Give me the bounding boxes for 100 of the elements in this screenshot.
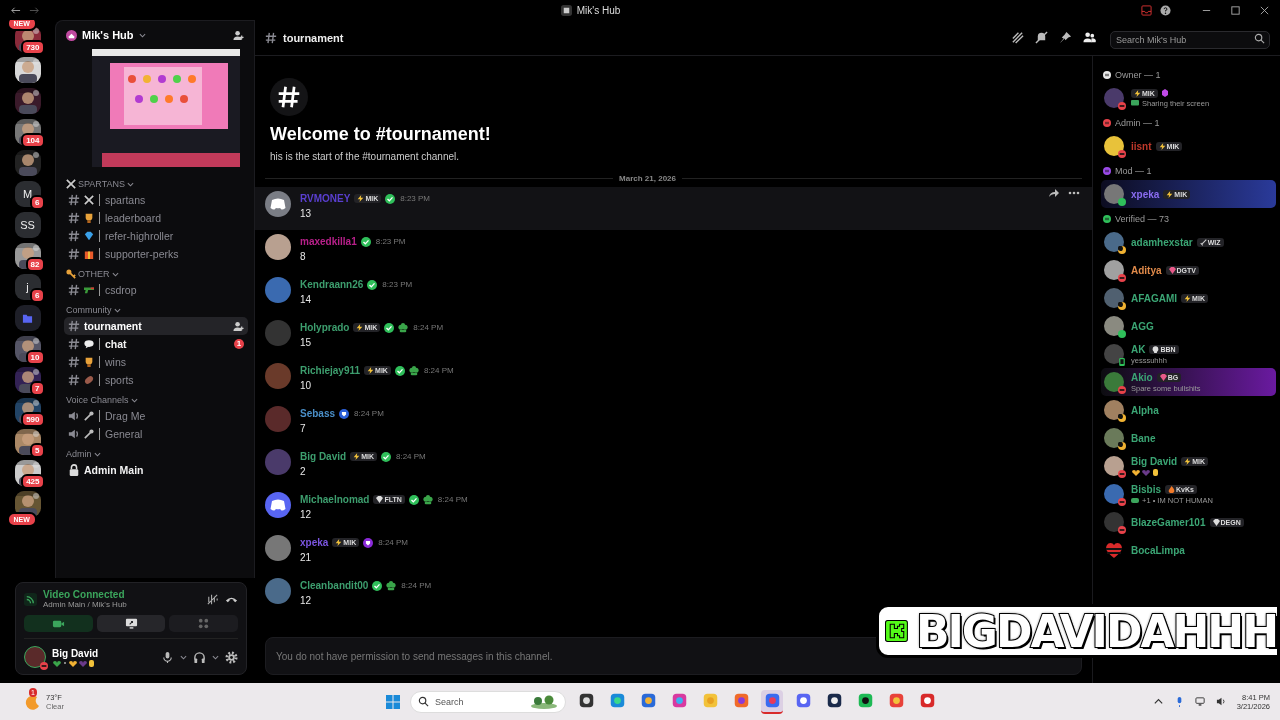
timestamp: 8:24 PM — [378, 538, 408, 547]
role-icon — [1103, 167, 1111, 175]
inbox-icon[interactable] — [1141, 4, 1152, 16]
author-name[interactable]: Richiejay911 — [300, 365, 361, 376]
member-name: iisnt — [1131, 140, 1152, 152]
message-text: 13 — [300, 208, 313, 219]
chevron-icon — [180, 653, 187, 661]
channel-item[interactable]: Drag Me — [64, 407, 248, 425]
settings-icon[interactable] — [225, 650, 238, 664]
avatar — [1104, 512, 1124, 532]
speaker-icon — [68, 428, 80, 440]
avatar — [1104, 372, 1124, 392]
start-button[interactable] — [385, 693, 401, 710]
help-icon[interactable] — [1160, 4, 1171, 16]
avatar — [1104, 344, 1124, 364]
timestamp: 8:24 PM — [437, 495, 468, 504]
threads-icon[interactable] — [1011, 31, 1024, 44]
channel-item[interactable]: refer-highroller — [64, 227, 248, 245]
channel-item[interactable]: sports — [64, 371, 248, 389]
author-name[interactable]: Kendraann26 — [300, 279, 364, 290]
chevron-icon — [93, 450, 101, 458]
message-text: 15 — [300, 337, 313, 348]
author-name[interactable]: Sebass — [300, 408, 336, 419]
unread-badge: 1 — [234, 339, 244, 349]
channel-item[interactable]: csdrop — [64, 281, 248, 299]
gem-icon — [1159, 373, 1167, 381]
avatar — [1104, 428, 1124, 448]
maximize-icon[interactable] — [1230, 4, 1241, 16]
author-name[interactable]: xpeka — [300, 537, 329, 548]
channel-item[interactable]: tournament — [64, 317, 248, 335]
category-header[interactable]: Admin — [56, 443, 254, 461]
verified-icon — [372, 580, 383, 591]
member-name: AGG — [1131, 320, 1154, 332]
avatar — [1104, 484, 1124, 504]
channel-item[interactable]: leaderboard — [64, 209, 248, 227]
overlay-text: BIGDAVIDAHHH — [915, 605, 1277, 657]
gem-icon — [376, 496, 384, 503]
author-name[interactable]: Big David — [300, 451, 347, 462]
message-text: 7 — [300, 423, 307, 434]
members-icon[interactable] — [1083, 31, 1096, 44]
microphone-icon — [84, 429, 94, 439]
timestamp: 8:24 PM — [395, 452, 426, 461]
chevron-up-icon[interactable] — [1152, 696, 1164, 707]
channel-item[interactable]: Admin Main — [64, 461, 248, 479]
lightning-icon — [1134, 89, 1141, 97]
avatar — [265, 406, 291, 432]
gem-icon — [1212, 518, 1220, 526]
microphone-icon[interactable] — [161, 650, 174, 664]
author-name[interactable]: Cleanbandit00 — [300, 580, 369, 591]
channel-item[interactable]: wins — [64, 353, 248, 371]
voice-location[interactable]: Admin Main / Mik's Hub — [43, 600, 200, 609]
screen-share-button[interactable] — [96, 615, 166, 632]
trees-icon — [530, 694, 558, 709]
chevron-icon — [130, 396, 138, 404]
hashtag-icon — [68, 248, 80, 260]
verified-icon — [380, 451, 391, 462]
author-name[interactable]: Holyprado — [300, 322, 350, 333]
hashtag-icon — [68, 374, 80, 386]
notification-badge: 425 — [21, 474, 45, 489]
channel-item[interactable]: supporter-perks — [64, 245, 248, 263]
verified-icon — [367, 279, 378, 290]
message-text: 10 — [300, 380, 313, 391]
search-field[interactable]: Search Mik's Hub — [1110, 30, 1270, 49]
noise-suppression-icon[interactable] — [206, 592, 219, 606]
invite-icon[interactable] — [233, 320, 244, 332]
server-name[interactable]: Mik's Hub — [82, 29, 134, 41]
camera-button[interactable] — [24, 615, 93, 632]
category-header[interactable]: Community — [56, 299, 254, 317]
member-name: BlazeGamer101 — [1131, 516, 1206, 528]
category-header[interactable]: SPARTANS — [56, 173, 254, 191]
connection-status: Video Connected — [43, 589, 126, 600]
football-icon — [84, 375, 94, 385]
mute-bell-icon[interactable] — [1035, 31, 1048, 44]
author-name[interactable]: Michaelnomad — [300, 494, 370, 505]
screen-share-icon — [124, 617, 138, 630]
category-header[interactable]: Voice Channels — [56, 389, 254, 407]
verified-icon — [360, 236, 371, 247]
avatar[interactable] — [24, 646, 46, 668]
headphones-icon[interactable] — [193, 650, 206, 664]
avatar — [1104, 400, 1124, 420]
forward-icon[interactable] — [1048, 187, 1060, 199]
search-icon — [1254, 32, 1265, 44]
volume-icon[interactable] — [1215, 696, 1227, 707]
server-icon — [560, 4, 572, 16]
author-name[interactable]: maxedkilla1 — [300, 236, 357, 247]
close-icon[interactable] — [1259, 4, 1270, 16]
chevron-icon — [113, 306, 121, 314]
server-folder[interactable] — [14, 305, 41, 331]
emoji-status-drawing — [52, 658, 96, 667]
channel-item[interactable]: spartans — [64, 191, 248, 209]
avatar — [265, 578, 291, 604]
category-header[interactable]: OTHER — [56, 263, 254, 281]
add-member-icon[interactable] — [233, 29, 244, 41]
notification-badge: 82 — [25, 257, 45, 272]
lock-icon — [68, 464, 80, 476]
channel-item[interactable]: General — [64, 425, 248, 443]
group-heading: Verified — 73 — [1115, 214, 1170, 224]
server-icon[interactable]: SS — [14, 212, 41, 238]
channel-item[interactable]: chat 1 — [64, 335, 248, 353]
network-icon[interactable] — [1194, 696, 1206, 707]
